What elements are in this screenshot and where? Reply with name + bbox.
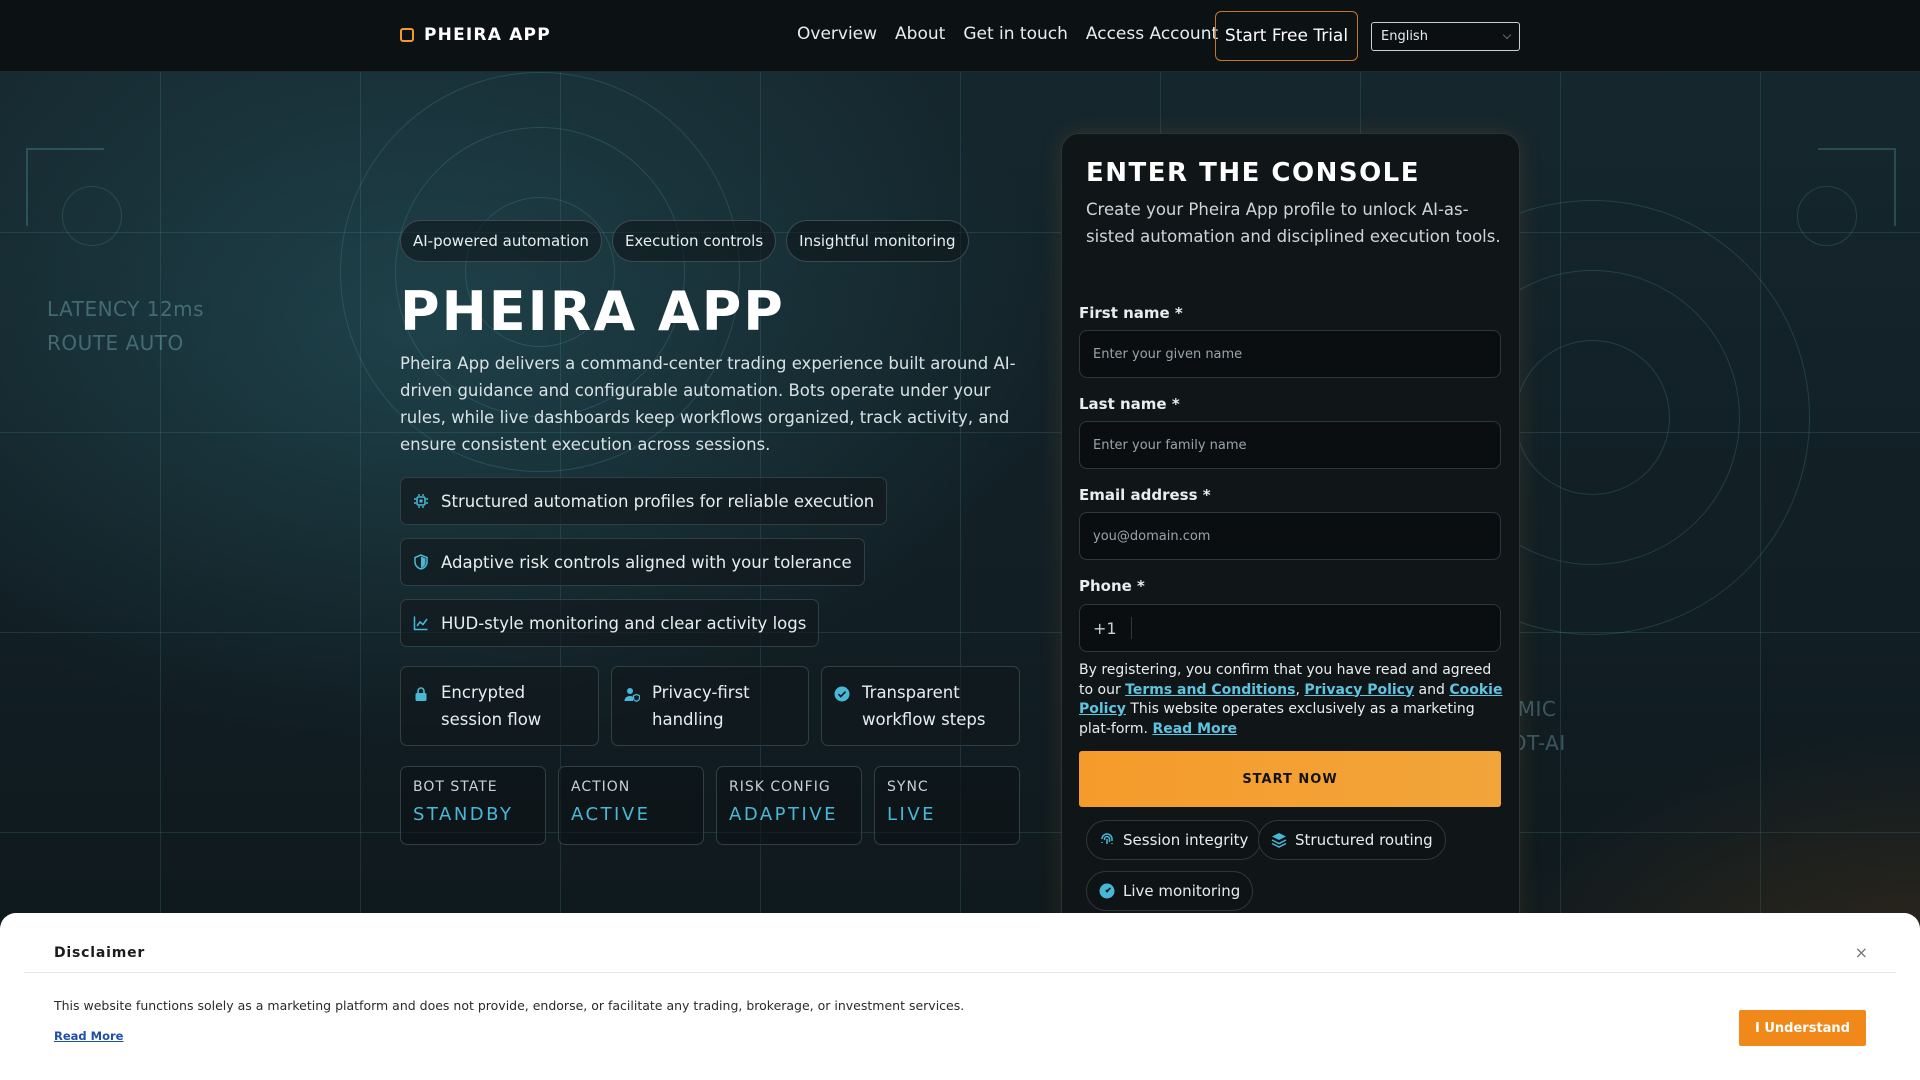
consent-text: By registering, you confirm that you hav… xyxy=(1079,661,1504,739)
chip-text: Structured routing xyxy=(1295,831,1433,849)
stat-label: BOT STATE xyxy=(413,779,498,795)
stat-value: ADAPTIVE xyxy=(729,804,839,825)
i-understand-button[interactable]: I Understand xyxy=(1739,1010,1866,1046)
consent-post: This website operates exclusively as a m… xyxy=(1079,701,1475,737)
feature-item: Adaptive risk controls aligned with your… xyxy=(400,538,865,586)
stat-card: RISK CONFIG ADAPTIVE xyxy=(716,766,862,845)
nav-about[interactable]: About xyxy=(895,24,945,44)
email-field[interactable]: you@domain.com xyxy=(1079,512,1501,560)
brand-logo[interactable]: PHEIRA APP xyxy=(400,25,551,45)
chevron-down-icon xyxy=(1502,30,1512,40)
latency-readout: LATENCY 12ms ROUTE AUTO xyxy=(47,292,204,360)
hud-corner xyxy=(1818,148,1896,226)
feature-text: Structured automation profiles for relia… xyxy=(441,491,875,511)
top-navbar: PHEIRA APP Overview About Get in touch A… xyxy=(0,0,1920,72)
first-name-field[interactable]: Enter your given name xyxy=(1079,330,1501,378)
signup-card: ENTER THE CONSOLE Create your Pheira App… xyxy=(1061,133,1520,933)
chip-text: Session integrity xyxy=(1123,831,1249,849)
feature-item: HUD-style monitoring and clear activity … xyxy=(400,599,820,647)
disclaimer-text: This website functions solely as a marke… xyxy=(54,998,965,1013)
disclaimer-read-more-link[interactable]: Read More xyxy=(54,1029,123,1043)
logo-square-icon xyxy=(400,28,414,42)
mini-card-text: Encrypted session flow xyxy=(441,683,542,729)
chip-text: Live monitoring xyxy=(1123,882,1241,900)
terms-link[interactable]: Terms and Conditions xyxy=(1125,682,1295,698)
last-name-placeholder: Enter your family name xyxy=(1093,437,1247,453)
nav-get-in-touch[interactable]: Get in touch xyxy=(963,24,1068,44)
radar-ring xyxy=(1515,340,1670,495)
start-free-trial-button[interactable]: Start Free Trial xyxy=(1215,11,1358,61)
close-icon[interactable]: × xyxy=(1855,943,1868,962)
nav-overview[interactable]: Overview xyxy=(797,24,877,44)
last-name-label: Last name * xyxy=(1079,395,1180,413)
mini-card: Privacy-first handling xyxy=(611,666,809,746)
privacy-link[interactable]: Privacy Policy xyxy=(1304,682,1414,698)
trust-chip: Session integrity xyxy=(1086,820,1262,860)
fingerprint-icon xyxy=(1101,833,1113,844)
last-name-field[interactable]: Enter your family name xyxy=(1079,421,1501,469)
language-value: English xyxy=(1381,29,1428,44)
feature-item: Structured automation profiles for relia… xyxy=(400,477,888,525)
phone-country-code[interactable]: +1 xyxy=(1093,617,1132,639)
tag-insightful-monitoring: Insightful monitoring xyxy=(786,220,969,262)
gauge-icon xyxy=(1099,883,1115,899)
stat-label: RISK CONFIG xyxy=(729,779,831,795)
hero-description: Pheira App delivers a command-center tra… xyxy=(400,354,1016,454)
hero-title: PHEIRA APP xyxy=(400,280,785,343)
shield-icon xyxy=(414,554,428,570)
brand-name: PHEIRA APP xyxy=(424,25,551,45)
stat-label: ACTION xyxy=(571,779,631,795)
nav-access-account[interactable]: Access Account xyxy=(1086,24,1218,44)
email-label: Email address * xyxy=(1079,486,1211,504)
divider xyxy=(24,972,1896,973)
stat-value: LIVE xyxy=(887,804,937,825)
card-title: ENTER THE CONSOLE xyxy=(1086,158,1420,188)
chip-icon xyxy=(414,494,428,508)
main-nav: Overview About Get in touch Access Accou… xyxy=(797,24,1218,44)
phone-field[interactable]: +1 xyxy=(1079,604,1501,652)
feature-text: Adaptive risk controls aligned with your… xyxy=(441,552,852,572)
trust-chip: Live monitoring xyxy=(1086,871,1254,911)
tag-execution-controls: Execution controls xyxy=(611,220,777,262)
hero-tags: AI-powered automation Execution controls… xyxy=(400,220,969,262)
card-subtitle: Create your Pheira App profile to unlock… xyxy=(1086,200,1501,246)
email-placeholder: you@domain.com xyxy=(1093,528,1211,544)
disclaimer-title: Disclaimer xyxy=(54,945,146,961)
language-select[interactable]: English xyxy=(1371,22,1520,51)
stat-card: SYNC LIVE xyxy=(874,766,1020,845)
trust-chip: Structured routing xyxy=(1258,820,1446,860)
read-more-link[interactable]: Read More xyxy=(1152,721,1237,737)
lock-icon xyxy=(415,687,427,701)
first-name-placeholder: Enter your given name xyxy=(1093,346,1243,362)
layers-icon xyxy=(1271,833,1287,848)
feature-text: HUD-style monitoring and clear activity … xyxy=(441,613,807,633)
user-shield-icon xyxy=(624,688,640,702)
phone-label: Phone * xyxy=(1079,577,1145,595)
stat-value: ACTIVE xyxy=(571,804,651,825)
chart-line-icon xyxy=(413,616,428,631)
route-line: ROUTE AUTO xyxy=(47,331,184,355)
stat-card: BOT STATE STANDBY xyxy=(400,766,546,845)
tag-ai-automation: AI-powered automation xyxy=(400,220,602,262)
hud-corner xyxy=(26,148,104,226)
disclaimer-banner: Disclaimer × This website functions sole… xyxy=(0,913,1920,1080)
stat-label: SYNC xyxy=(887,779,929,795)
stat-card: ACTION ACTIVE xyxy=(558,766,704,845)
stat-value: STANDBY xyxy=(413,804,514,825)
start-now-button[interactable]: START NOW xyxy=(1079,751,1501,807)
first-name-label: First name * xyxy=(1079,304,1183,322)
mini-card: Encrypted session flow xyxy=(400,666,599,746)
mini-card: Transparent workflow steps xyxy=(821,666,1020,746)
latency-line: LATENCY 12ms xyxy=(47,297,205,321)
check-circle-icon xyxy=(834,686,850,702)
consent-sep: and xyxy=(1414,681,1450,698)
mini-card-text: Transparent workflow steps xyxy=(862,683,986,729)
mini-card-text: Privacy-first handling xyxy=(652,683,750,729)
